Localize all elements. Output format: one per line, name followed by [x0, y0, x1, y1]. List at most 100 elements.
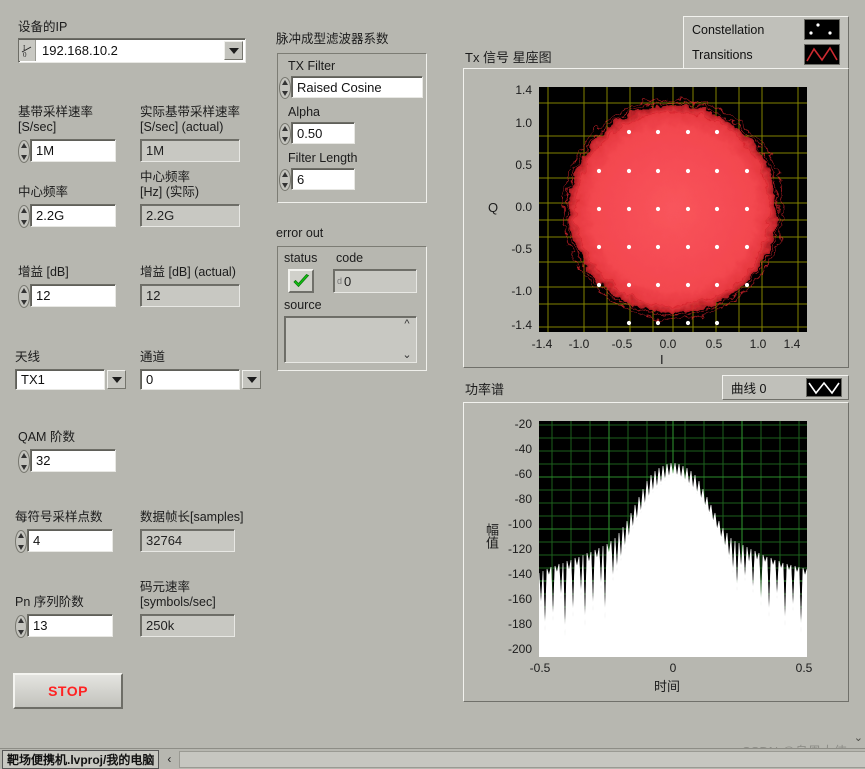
baseband-rate-input[interactable]: 1M: [30, 139, 116, 162]
filter-length-label: Filter Length: [288, 151, 358, 165]
symbol-rate-group: 码元速率 [symbols/sec] 250k: [140, 580, 235, 637]
spectrum-xlabel: 时间: [654, 679, 681, 694]
gain-input[interactable]: 12: [30, 284, 116, 307]
error-code-value-box: d 0: [333, 269, 417, 293]
constellation-xtick-3: 0.0: [659, 337, 677, 351]
stop-button-label: STOP: [48, 683, 88, 699]
tx-filter-input[interactable]: Raised Cosine: [291, 76, 423, 98]
spectrum-legend[interactable]: 曲线 0: [722, 375, 849, 400]
constellation-ytick-5: -1.0: [511, 284, 532, 298]
antenna-dropdown-arrow[interactable]: [107, 370, 126, 389]
constellation-ytick-1: 1.0: [515, 116, 532, 130]
legend-item-transitions[interactable]: Transitions: [684, 42, 848, 67]
gain-group: 增益 [dB] 12: [18, 265, 116, 308]
stop-button[interactable]: STOP: [13, 673, 123, 709]
samples-per-symbol-spinner[interactable]: [15, 530, 27, 553]
spectrum-xtick-1: 0: [669, 661, 677, 675]
legend-label-transitions: Transitions: [692, 47, 753, 62]
status-bar-arrow-icon[interactable]: ‹: [159, 752, 179, 766]
error-source-scrollbar[interactable]: ^ ⌄: [399, 318, 415, 361]
qam-order-label: QAM 阶数: [18, 430, 75, 444]
scroll-down-icon[interactable]: ⌄: [402, 348, 411, 361]
center-frequency-input[interactable]: 2.2G: [30, 204, 116, 227]
spectrum-plot-area[interactable]: [539, 421, 807, 657]
spectrum-ytick-0: -20: [514, 417, 532, 431]
antenna-input[interactable]: TX1: [15, 369, 105, 390]
wave-icon: [806, 378, 842, 397]
center-frequency-actual-value-box: 2.2G: [140, 204, 240, 227]
gain-label: 增益 [dB]: [18, 265, 69, 279]
center-frequency-actual-label: 中心频率 [Hz] (实际): [140, 170, 200, 199]
qam-order-input[interactable]: 32: [30, 449, 116, 472]
constellation-xtick-4: 0.5: [705, 337, 723, 351]
error-out-title: error out: [276, 226, 324, 240]
spectrum-graph[interactable]: -20 -40 -60 -80 -100 -120 -140 -160 -180…: [463, 402, 849, 702]
antenna-group: 天线 TX1: [15, 350, 126, 390]
legend-label-constellation: Constellation: [692, 22, 765, 37]
symbol-rate-label: 码元速率 [symbols/sec]: [140, 580, 216, 609]
frame-length-group: 数据帧长[samples] 32764: [140, 510, 244, 552]
gain-value: 12: [36, 288, 51, 303]
tx-filter-spinner[interactable]: [279, 76, 291, 99]
status-bar-filler: [179, 750, 865, 768]
error-status-led[interactable]: [288, 269, 314, 293]
center-frequency-actual-group: 中心频率 [Hz] (实际) 2.2G: [140, 170, 240, 227]
legend-label-curve0: 曲线 0: [731, 382, 767, 396]
pulse-shaping-filter-title: 脉冲成型滤波器系数: [276, 32, 389, 46]
samples-per-symbol-input[interactable]: 4: [27, 529, 113, 552]
channel-input[interactable]: 0: [140, 369, 240, 390]
gain-actual-label: 增益 [dB] (actual): [140, 265, 236, 279]
filter-length-input[interactable]: 6: [291, 168, 355, 190]
baseband-rate-value: 1M: [36, 143, 55, 158]
constellation-xtick-5: 1.0: [749, 337, 767, 351]
pn-order-input[interactable]: 13: [27, 614, 113, 637]
baseband-rate-spinner[interactable]: [18, 140, 30, 163]
constellation-graph[interactable]: 1.4 1.0 0.5 0.0 -0.5 -1.0 -1.4 Q -1.4 -1…: [463, 68, 849, 368]
scroll-up-icon[interactable]: ^: [404, 318, 409, 330]
zigzag-icon: [804, 44, 840, 65]
qam-order-group: QAM 阶数 32: [18, 430, 116, 473]
device-ip-value: 192.168.10.2: [42, 43, 118, 58]
alpha-input[interactable]: 0.50: [291, 122, 355, 144]
pn-order-value: 13: [33, 618, 48, 633]
antenna-label: 天线: [15, 350, 41, 364]
samples-per-symbol-group: 每符号采样点数 4: [15, 510, 113, 553]
filter-length-spinner[interactable]: [279, 168, 291, 191]
device-ip-input[interactable]: I0 192.168.10.2: [18, 38, 246, 63]
center-frequency-spinner[interactable]: [18, 205, 30, 228]
project-path-label[interactable]: 靶场便携机.lvproj/我的电脑: [2, 749, 160, 769]
gain-actual-value-box: 12: [140, 284, 240, 307]
alpha-spinner[interactable]: [279, 122, 291, 145]
constellation-ytick-3: 0.0: [515, 200, 532, 214]
tx-filter-label: TX Filter: [288, 59, 336, 73]
error-source-label: source: [284, 298, 322, 312]
error-source-box[interactable]: ^ ⌄: [284, 316, 417, 363]
status-bar: 靶场便携机.lvproj/我的电脑 ‹: [0, 748, 865, 769]
scroll-corner-icon[interactable]: ⌄: [854, 731, 863, 744]
constellation-xlabel: I: [660, 352, 664, 367]
constellation-plot-area[interactable]: [539, 87, 807, 332]
svg-text:0: 0: [23, 51, 27, 58]
pn-order-spinner[interactable]: [15, 615, 27, 638]
constellation-ytick-6: -1.4: [511, 318, 532, 332]
error-code-label: code: [336, 251, 364, 265]
constellation-ytick-0: 1.4: [515, 83, 532, 97]
constellation-ytick-2: 0.5: [515, 158, 532, 172]
legend-item-constellation[interactable]: Constellation: [684, 17, 848, 42]
error-code-value: 0: [344, 273, 352, 289]
baseband-rate-label: 基带采样速率 [S/sec]: [18, 105, 94, 134]
channel-dropdown-arrow[interactable]: [242, 370, 261, 389]
qam-order-spinner[interactable]: [18, 450, 30, 473]
frame-length-label: 数据帧长[samples]: [140, 510, 244, 524]
qam-order-value: 32: [36, 453, 51, 468]
gain-spinner[interactable]: [18, 285, 30, 308]
constellation-xtick-2: -0.5: [611, 337, 633, 351]
spectrum-ytick-6: -140: [507, 567, 532, 581]
device-ip-group: 设备的IP I0 192.168.10.2: [18, 20, 246, 63]
legend-item-curve0[interactable]: 曲线 0: [723, 376, 848, 399]
center-frequency-actual-value: 2.2G: [146, 208, 175, 223]
channel-group: 通道 0: [140, 350, 261, 390]
constellation-title: Tx 信号 星座图: [465, 50, 552, 65]
device-ip-dropdown-arrow[interactable]: [224, 41, 243, 60]
constellation-legend[interactable]: Constellation Transitions: [683, 16, 849, 72]
